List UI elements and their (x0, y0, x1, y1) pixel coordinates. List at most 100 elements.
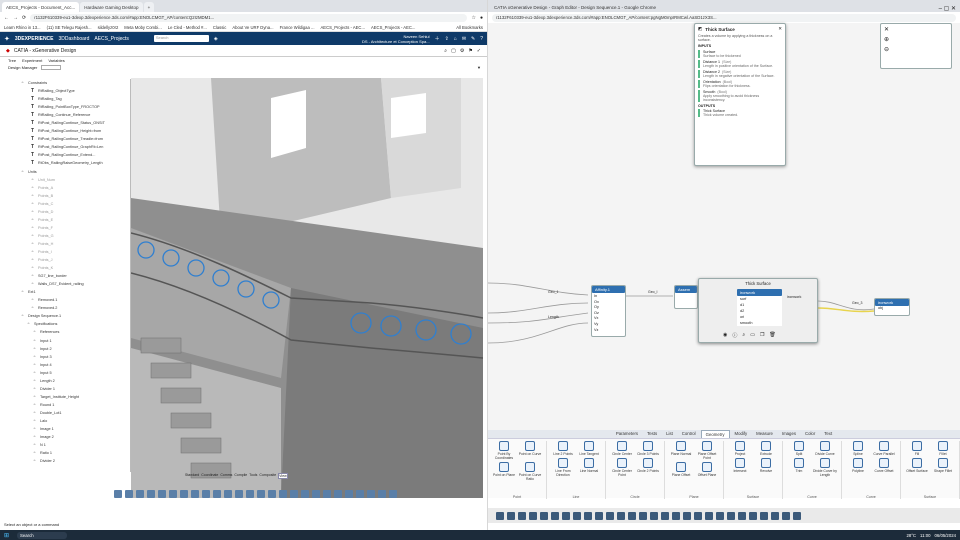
ribbon-tool[interactable]: Divide Curve by Length (813, 458, 837, 477)
ribbon-tool[interactable]: Spline (846, 441, 870, 456)
tree-row[interactable]: ▫ Specifications (6, 320, 130, 328)
ribbon-tool[interactable]: Divide Curve (813, 441, 837, 456)
tree-row[interactable]: ▫ Points_D (6, 208, 130, 216)
tree-row[interactable]: ▫ Target_Institute_Height (6, 393, 130, 401)
ribbon-tool[interactable]: Curve Parallel (872, 441, 896, 456)
back-icon[interactable]: ← (4, 15, 9, 21)
close-icon[interactable]: ✕ (884, 26, 889, 33)
view-tool-icon[interactable] (202, 490, 210, 498)
ribbon-tool[interactable]: Plane Offset Point (695, 441, 719, 460)
filter-input[interactable] (41, 65, 62, 70)
view-tool-icon[interactable] (323, 490, 331, 498)
ribbon-tab[interactable]: Color (801, 430, 819, 438)
graph-tool-icon[interactable] (595, 511, 603, 520)
tree-row[interactable]: ▫ Length 2 (6, 377, 130, 385)
tree-row[interactable]: ▫ Input 4 (6, 361, 130, 369)
share-icon[interactable]: ⇪ (445, 36, 449, 42)
graph-tool-icon[interactable] (672, 511, 680, 520)
ribbon-tool[interactable]: Line Normal (577, 458, 601, 477)
tree-row[interactable]: T RtPost_RailingContinue_GraphRt=Len (6, 143, 130, 151)
window-controls[interactable]: – ▢ ✕ (939, 5, 960, 12)
ribbon-tool[interactable]: Plane Offset (669, 462, 693, 477)
tree-row[interactable]: ▫ References (6, 328, 130, 336)
taskbar-search[interactable]: Search (17, 531, 68, 539)
ribbon-tool[interactable]: Project (728, 441, 752, 456)
ribbon-tool[interactable]: Curve Offset (872, 458, 896, 473)
ribbon-tool[interactable]: Point on Curve (518, 441, 542, 460)
graph-tool-icon[interactable] (496, 511, 504, 520)
ribbon-tool[interactable]: Extrude (754, 441, 778, 456)
zoom-out-icon[interactable]: ⊖ (884, 46, 889, 53)
tab-experiment[interactable]: Experiment (22, 58, 42, 63)
windows-start-icon[interactable]: ⊞ (4, 532, 9, 539)
tree-row[interactable]: ▫ Unit_Num (6, 176, 130, 184)
input-port[interactable]: smooth (740, 320, 782, 326)
tree-row[interactable]: ▫ SG7_line_border (6, 272, 130, 280)
tools-icon[interactable]: ✎ (471, 36, 475, 42)
tree-row[interactable]: ▫ Points_B (6, 192, 130, 200)
graph-tool-icon[interactable] (760, 511, 768, 520)
tree-row[interactable]: ▫ Points_F (6, 224, 130, 232)
ribbon-tab[interactable]: Parameters (612, 430, 642, 438)
profile-icon[interactable]: ● (480, 15, 483, 21)
tab-tree[interactable]: Tree (8, 58, 16, 63)
tree-row[interactable]: T RtPost_RailingContinue_Treadle=from (6, 135, 130, 143)
bookmark[interactable]: Learn Rhino in 13... (4, 25, 41, 30)
bookmark[interactable]: Le Cled - Method #... (168, 25, 207, 30)
eye-icon[interactable]: ◉ (723, 332, 727, 339)
graph-tool-icon[interactable] (540, 511, 548, 520)
ribbon-tool[interactable]: Circle 3 Points (636, 441, 660, 456)
ribbon-tool[interactable]: Fill (905, 441, 929, 456)
graph-tool-icon[interactable] (507, 511, 515, 520)
ribbon-tool[interactable]: Intersect (728, 458, 752, 473)
tab-compile[interactable]: Compile (234, 473, 247, 479)
bookmark[interactable]: AECS_Projects - AEC... (321, 25, 365, 30)
tab-comms[interactable]: Comms (220, 473, 232, 479)
browser-tab[interactable]: Hardware Gaming Desktop (80, 2, 143, 12)
tab-variables[interactable]: Variables (48, 58, 64, 63)
tree-row[interactable]: ▫ Input 2 (6, 345, 130, 353)
close-icon[interactable]: ✕ (778, 26, 782, 32)
tree-row[interactable]: ▫ Points_J (6, 256, 130, 264)
view-tool-icon[interactable] (290, 490, 298, 498)
graph-canvas[interactable]: Geo_1 Length Geo_I Geo_3 Affinity.1 In Ox… (488, 23, 960, 433)
tree-row[interactable]: ▫ Points_K (6, 264, 130, 272)
home-icon[interactable]: ⌂ (454, 36, 457, 42)
tree-row[interactable]: ▫ Image 1 (6, 425, 130, 433)
graph-tool-icon[interactable] (749, 511, 757, 520)
view-tool-icon[interactable] (389, 490, 397, 498)
view-icon[interactable]: ▢ (451, 48, 456, 54)
ribbon-tool[interactable]: Point on Curve Ratio (518, 462, 542, 481)
star-icon[interactable]: ☆ (471, 15, 475, 21)
graph-tool-icon[interactable] (793, 511, 801, 520)
tree-row[interactable]: ▫ Image 2 (6, 433, 130, 441)
tree-row[interactable]: ▫ Points_E (6, 216, 130, 224)
tree-row[interactable]: ▫ Points_A (6, 184, 130, 192)
ribbon-tool[interactable]: Line 2 Points (551, 441, 575, 456)
tree-row[interactable]: T RtRailing_Tag (6, 95, 130, 103)
graph-tool-icon[interactable] (551, 511, 559, 520)
ribbon-tool[interactable]: Fillet (931, 441, 955, 456)
bookmark-icon[interactable]: ⚑ (468, 48, 472, 54)
bookmark[interactable]: sildellyz0r2 (98, 25, 119, 30)
view-tool-icon[interactable] (356, 490, 364, 498)
bookmark[interactable]: Classic (213, 25, 227, 30)
bookmark[interactable]: France Wildigaa ... (280, 25, 315, 30)
graph-tool-icon[interactable] (661, 511, 669, 520)
url-field[interactable]: r1132F610339-eu1-3dexp.3dexperience.3ds.… (492, 13, 956, 22)
ribbon-tab[interactable]: Tests (643, 430, 661, 438)
tree-row[interactable]: T RtPost_RailingContinue_Extend... (6, 151, 130, 159)
help-icon[interactable]: ? (480, 36, 483, 42)
view-tool-icon[interactable] (136, 490, 144, 498)
ribbon-tool[interactable]: Offset Plane (695, 462, 719, 477)
clock-date[interactable]: 06/05/2024 (934, 533, 956, 538)
graph-tool-icon[interactable] (518, 511, 526, 520)
ribbon-tab[interactable]: Images (778, 430, 800, 438)
delete-icon[interactable]: 🗑 (769, 332, 775, 339)
affinity-node[interactable]: Affinity.1 In Ox Oy Oz Vx Vy Vz (591, 285, 626, 337)
view-tool-icon[interactable] (224, 490, 232, 498)
browser-tab-active[interactable]: AECS_Projects - Document_Acc... (2, 2, 80, 12)
graph-tool-icon[interactable] (782, 511, 790, 520)
new-tab-button[interactable]: + (143, 2, 155, 12)
view-tool-icon[interactable] (213, 490, 221, 498)
